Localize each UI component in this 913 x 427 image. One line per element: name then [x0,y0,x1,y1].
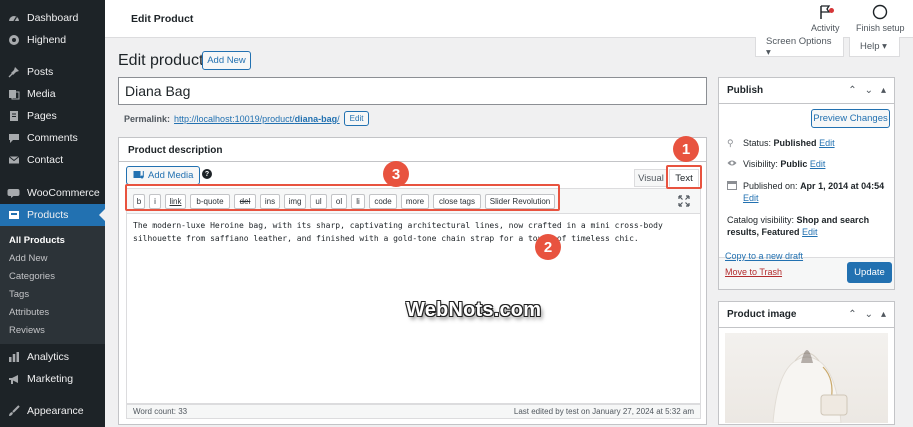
help-toggle[interactable]: Help ▾ [849,37,900,57]
sidebar-item-media[interactable]: Media [0,84,105,104]
move-down-icon[interactable]: ⌄ [865,85,873,96]
sidebar-item-comments[interactable]: Comments [0,128,105,148]
sidebar-item-appearance[interactable]: Appearance [0,401,105,421]
finish-setup-button[interactable]: Finish setup [856,4,905,33]
visibility-row: Visibility: Public Edit [727,158,825,170]
collapse-icon[interactable]: ▴ [881,85,886,96]
permalink-row: Permalink: http://localhost:10019/produc… [124,111,370,126]
word-count: Word count: 33 [133,407,188,416]
flag-icon [817,4,835,20]
product-image-heading: Product image ⌃ ⌄ ▴ [719,302,894,328]
product-image-box: Product image ⌃ ⌄ ▴ [718,301,895,425]
sidebar-item-marketing[interactable]: Marketing [0,369,105,389]
update-button[interactable]: Update [847,262,892,283]
published-edit-link[interactable]: Edit [743,193,759,203]
editor-status-bar: Word count: 33 Last edited by test on Ja… [126,404,701,419]
annotation-box-toolbar [125,184,560,211]
submenu-tags[interactable]: Tags [9,289,29,300]
eye-icon [727,158,738,170]
top-header: Edit Product Activity Finish setup [105,0,913,38]
sidebar-item-dashboard[interactable]: Dashboard [0,8,105,28]
status-row: ⚲ Status: Published Edit [727,138,835,148]
products-icon [7,209,20,222]
media-icon [7,88,20,101]
header-title: Edit Product [131,13,194,25]
notification-dot [829,8,835,13]
sidebar-item-highend[interactable]: Highend [0,30,105,50]
move-to-trash-link[interactable]: Move to Trash [725,267,782,277]
product-photo-illustration [772,350,848,423]
annotation-box-text-tab [666,165,702,189]
dashboard-icon [7,12,20,25]
add-new-button[interactable]: Add New [202,51,251,70]
pin-icon: ⚲ [727,138,734,148]
mail-icon [7,154,20,167]
progress-circle-icon [872,4,888,20]
catalog-edit-link[interactable]: Edit [802,227,818,237]
sidebar-item-products[interactable]: Products [0,204,105,226]
active-indicator [99,209,105,221]
permalink-link[interactable]: http://localhost:10019/product/diana-bag… [174,114,340,124]
annotation-badge-3: 3 [383,161,409,187]
sidebar-item-posts[interactable]: Posts [0,62,105,82]
comment-icon [7,132,20,145]
sidebar-item-contact[interactable]: Contact [0,150,105,170]
visibility-edit-link[interactable]: Edit [810,159,826,169]
submenu-categories[interactable]: Categories [9,271,55,282]
publish-heading: Publish ⌃ ⌄ ▴ [719,78,894,104]
pin-icon [7,66,20,79]
publish-box: Publish ⌃ ⌄ ▴ Preview Changes ⚲ Status: … [718,77,895,290]
collapse-icon[interactable]: ▴ [881,309,886,320]
move-up-icon[interactable]: ⌃ [848,85,856,96]
camera-music-icon [133,169,144,183]
activity-button[interactable]: Activity [811,4,840,33]
submenu-add-new[interactable]: Add New [9,253,48,264]
published-on-row: Published on: Apr 1, 2014 at 04:54 Edit [727,180,893,204]
tab-visual[interactable]: Visual [634,169,668,187]
status-edit-link[interactable]: Edit [819,138,835,148]
help-icon[interactable]: ? [202,169,212,179]
admin-sidebar: Dashboard Highend Posts Media Pages Comm… [0,0,105,427]
analytics-icon [7,351,20,364]
screen-options-toggle[interactable]: Screen Options ▾ [755,36,844,58]
catalog-visibility-row: Catalog visibility: Shop and search resu… [727,215,870,237]
move-up-icon[interactable]: ⌃ [848,309,856,320]
copy-draft-link[interactable]: Copy to a new draft [725,251,803,261]
submenu-all-products[interactable]: All Products [9,235,65,246]
move-down-icon[interactable]: ⌄ [865,309,873,320]
brush-icon [7,405,20,418]
sidebar-item-pages[interactable]: Pages [0,106,105,126]
last-edited: Last edited by test on January 27, 2024 … [513,407,694,416]
products-submenu: All Products Add New Categories Tags Att… [0,226,105,344]
woo-icon [7,187,20,200]
submenu-reviews[interactable]: Reviews [9,325,45,336]
page-title: Edit product [118,52,204,69]
submenu-attributes[interactable]: Attributes [9,307,49,318]
pages-icon [7,110,20,123]
product-image-thumbnail[interactable] [725,333,888,423]
preview-changes-button[interactable]: Preview Changes [811,109,890,128]
sidebar-item-woocommerce[interactable]: WooCommerce [0,183,105,203]
calendar-icon [727,180,738,193]
highend-icon [7,34,20,47]
description-heading: Product description [119,138,706,162]
add-media-button[interactable]: Add Media [126,166,201,185]
annotation-badge-2: 2 [535,234,561,260]
publish-actions: Copy to a new draft Move to Trash Update [719,251,894,289]
annotation-badge-1: 1 [673,136,699,162]
permalink-edit-button[interactable]: Edit [343,111,370,126]
sidebar-item-analytics[interactable]: Analytics [0,347,105,367]
fullscreen-icon[interactable] [678,195,690,210]
megaphone-icon [7,373,20,386]
webnots-watermark: WebNots.com [406,299,542,321]
product-title-input[interactable] [118,77,707,105]
product-description-box: Product description Add Media ? Visual T… [118,137,707,425]
